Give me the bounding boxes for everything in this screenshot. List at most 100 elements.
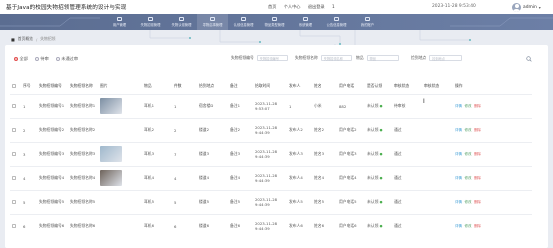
- column-header[interactable]: 图片: [98, 79, 142, 94]
- nav-item[interactable]: 失物招领管理: [135, 14, 166, 30]
- nav-item[interactable]: 认领信息管理: [228, 14, 259, 30]
- column-header[interactable]: 审核状态: [392, 79, 422, 94]
- nav-icon: [148, 16, 153, 21]
- notice-count[interactable]: 1: [332, 4, 335, 9]
- search-input-code[interactable]: 失物招领编号: [256, 55, 288, 61]
- nav-item[interactable]: 寻物启事管理: [197, 14, 228, 30]
- code-cell: 失物招领编号4: [37, 165, 68, 190]
- view-button[interactable]: 详情: [455, 152, 462, 157]
- index-cell: 3: [21, 141, 37, 166]
- nav-item[interactable]: 公告信息管理: [321, 14, 352, 30]
- edit-button[interactable]: 修改: [465, 152, 472, 157]
- actions-cell: 详情 修改 删除: [453, 213, 532, 238]
- main-nav: 用户管理 失物招领管理 失物认领管理 寻物启事管理 认领信息管理 物品类型管理 系统管理 公告…: [0, 14, 553, 30]
- user-menu[interactable]: admin ▾: [512, 2, 541, 12]
- search-button[interactable]: [524, 54, 533, 63]
- column-header[interactable]: 姓名: [312, 79, 337, 94]
- select-all-checkbox[interactable]: [12, 83, 16, 88]
- column-header[interactable]: 拾到地点: [197, 79, 228, 94]
- breadcrumb-separator: /: [35, 36, 38, 42]
- item-thumbnail[interactable]: [100, 146, 122, 162]
- view-button[interactable]: 详情: [455, 128, 462, 133]
- search-input-item[interactable]: 物品: [366, 55, 399, 61]
- row-checkbox[interactable]: [12, 103, 16, 108]
- home-link[interactable]: 首页: [268, 4, 276, 9]
- table-row[interactable]: 2 失物招领编号2 失物招领名称2 耳机2 2 楼道2 备注2 2023-11-28 9:44…: [10, 117, 532, 142]
- column-header[interactable]: 失物招领名称: [68, 79, 98, 94]
- item-cell: 耳机2: [142, 117, 172, 142]
- search-input-place[interactable]: 捡到地点: [429, 55, 463, 61]
- avatar[interactable]: [512, 2, 521, 12]
- view-button[interactable]: 详情: [455, 224, 462, 229]
- view-button[interactable]: 详情: [455, 200, 462, 205]
- column-header[interactable]: 拾取时间: [253, 79, 287, 94]
- delete-button[interactable]: 删除: [474, 224, 481, 229]
- status-dot-icon: ●: [379, 200, 383, 204]
- logout-link[interactable]: 退出登录: [308, 4, 325, 9]
- filter-all[interactable]: 全部: [14, 56, 28, 62]
- delete-button[interactable]: 删除: [474, 152, 481, 157]
- item-thumbnail[interactable]: [100, 170, 122, 186]
- row-checkbox[interactable]: [12, 199, 16, 204]
- column-header[interactable]: 备注: [228, 79, 253, 94]
- time-cell: 2023-11-28 9:44:39: [253, 141, 287, 166]
- row-select-cell: [10, 117, 21, 142]
- nav-item[interactable]: 用户管理: [104, 14, 135, 30]
- nav-item-label: 系统管理: [298, 23, 313, 28]
- place-cell: 楼道6: [197, 213, 228, 238]
- edit-button[interactable]: 修改: [465, 128, 472, 133]
- filter-pending[interactable]: 待审: [34, 56, 49, 62]
- item-cell: 耳机1: [142, 93, 172, 118]
- nav-item-label: 认领信息管理: [233, 23, 254, 28]
- edit-button[interactable]: 修改: [465, 200, 472, 205]
- row-checkbox[interactable]: [12, 127, 16, 132]
- image-cell: [98, 117, 142, 142]
- table-row[interactable]: 3 失物招领编号3 失物招领名称3 耳机3 7 楼道3 备注3 2023-11-28 9:44…: [10, 141, 532, 166]
- profile-link[interactable]: 个人中心: [284, 4, 301, 9]
- table-row[interactable]: 6 失物招领编号6 失物招领名称6 耳机6 6 楼道6 备注6 2023-11-28 9:44…: [10, 213, 532, 238]
- column-header[interactable]: 发布人: [287, 79, 312, 94]
- edit-button[interactable]: 修改: [465, 104, 472, 109]
- delete-button[interactable]: 删除: [474, 128, 481, 133]
- table-row[interactable]: 5 失物招领编号5 失物招领名称5 耳机5 5 楼道5 备注5 2023-11-28 9:44…: [10, 189, 532, 214]
- note-cell: 备注6: [228, 213, 253, 238]
- column-header[interactable]: 物品: [142, 79, 172, 94]
- search-label-place: 捡到地点: [411, 55, 427, 60]
- nav-item[interactable]: 物品类型管理: [259, 14, 290, 30]
- actions-cell: 详情 修改 删除: [453, 117, 532, 142]
- edit-button[interactable]: 修改: [465, 224, 472, 229]
- delete-button[interactable]: 删除: [474, 104, 481, 109]
- column-header[interactable]: 操作: [453, 79, 532, 94]
- filter-rejected[interactable]: 未通过审: [55, 56, 78, 62]
- view-button[interactable]: 详情: [455, 104, 462, 109]
- column-header[interactable]: 失物招领编号: [37, 79, 68, 94]
- column-header[interactable]: 用户电话: [337, 79, 365, 94]
- row-checkbox[interactable]: [12, 151, 16, 156]
- row-checkbox[interactable]: [12, 223, 16, 228]
- item-thumbnail[interactable]: [100, 98, 122, 114]
- nav-item[interactable]: 我的账户: [352, 14, 383, 30]
- row-checkbox[interactable]: [12, 175, 16, 180]
- breadcrumb-home[interactable]: 首页概览: [18, 36, 33, 42]
- search-input-name[interactable]: 失物招领名称: [320, 55, 352, 61]
- time-cell: 2023-11-28 9:44:39: [253, 213, 287, 238]
- delete-button[interactable]: 删除: [474, 200, 481, 205]
- nav-item[interactable]: 失物认领管理: [166, 14, 197, 30]
- nav-item[interactable]: 系统管理: [290, 14, 321, 30]
- delete-button[interactable]: 删除: [474, 176, 481, 181]
- time-cell: 2023-11-28 9:53:07: [253, 93, 287, 118]
- column-header[interactable]: 是否认领: [365, 79, 392, 94]
- search-label-name: 失物招领名称: [295, 55, 318, 60]
- count-cell: 7: [172, 141, 197, 166]
- edit-button[interactable]: 修改: [465, 176, 472, 181]
- column-header[interactable]: 序号: [21, 79, 37, 94]
- row-select-cell: [10, 93, 21, 118]
- view-button[interactable]: 详情: [455, 176, 462, 181]
- publisher-cell: 发布人4: [287, 165, 312, 190]
- code-cell: 失物招领编号3: [37, 141, 68, 166]
- table-row[interactable]: 1 失物招领编号1 失物招领名称1 耳机1 1 宿舍楼D 备注1 2023-11-28 9:5…: [10, 93, 532, 118]
- table-row[interactable]: 4 失物招领编号4 失物招领名称4 耳机4 4 楼道4 备注4 2023-11-28 9:44…: [10, 165, 532, 190]
- claimed-cell: 未认领 ●: [365, 93, 392, 118]
- column-header[interactable]: 件数: [172, 79, 197, 94]
- column-header[interactable]: 审核状态: [422, 79, 453, 94]
